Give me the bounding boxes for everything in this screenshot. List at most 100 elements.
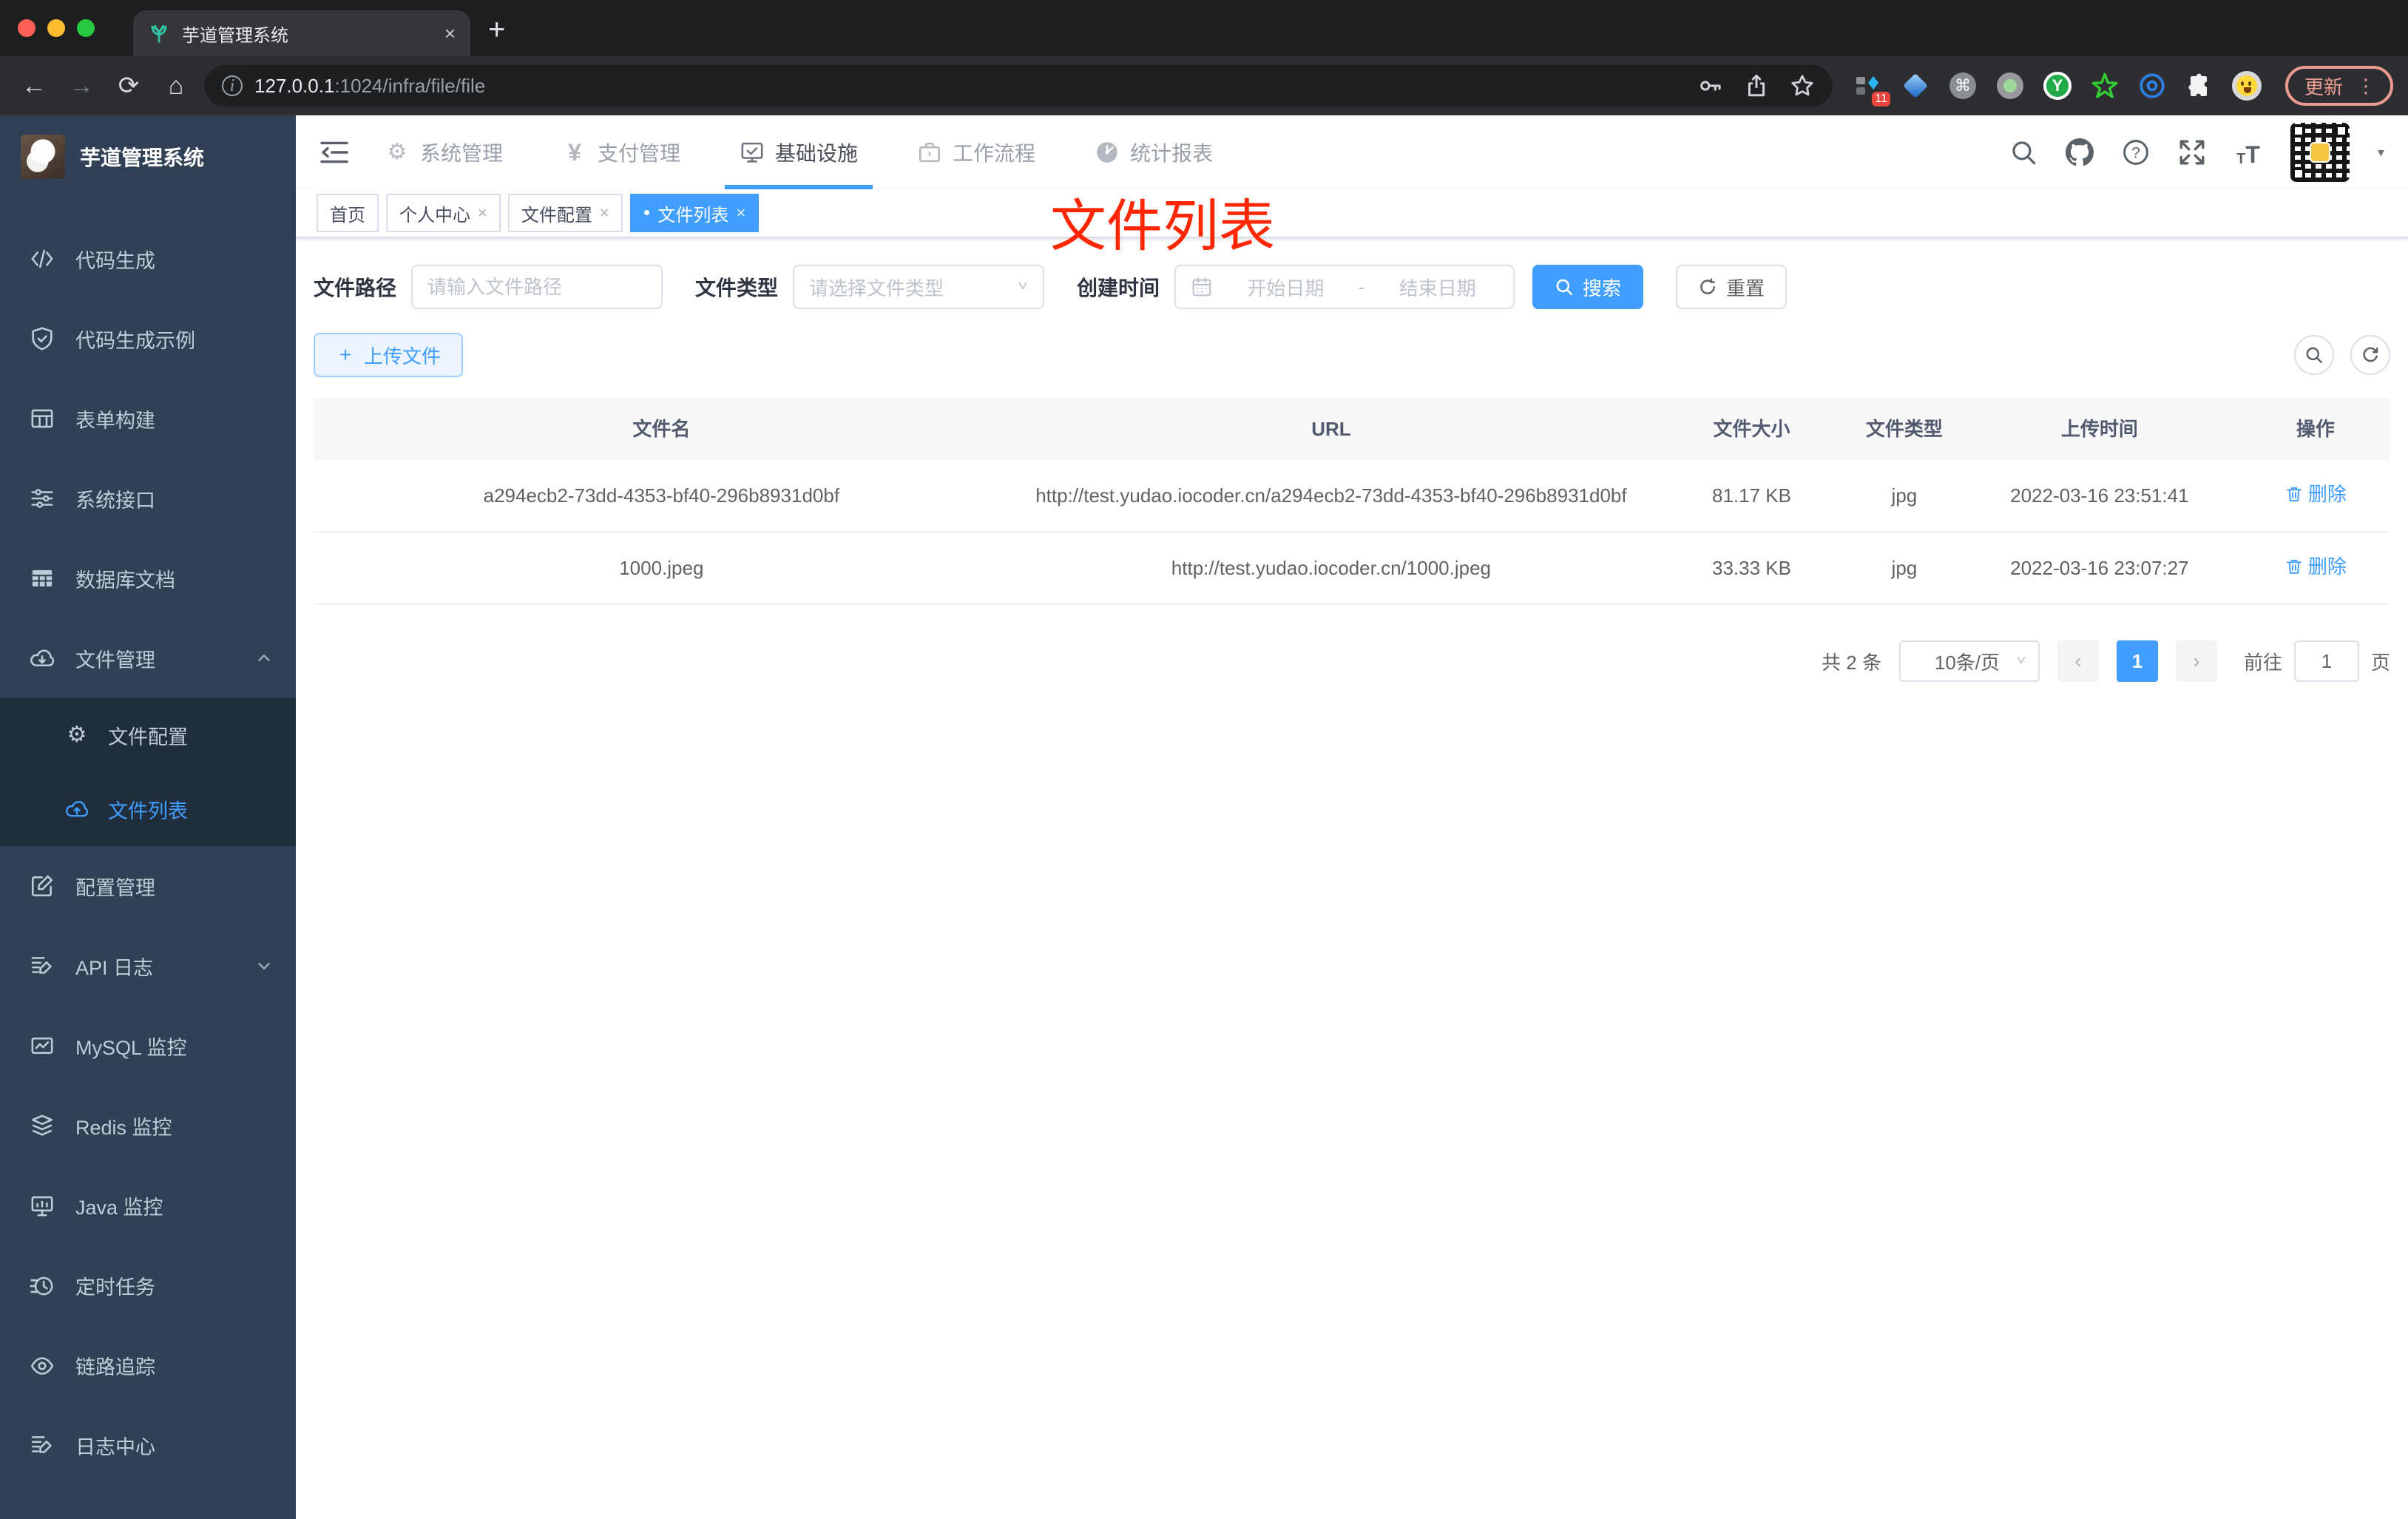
main-area: ⚙ 系统管理 ¥ 支付管理 基础设施 工作流程 统计报表 ? T T ▾ 首页 …	[296, 115, 2408, 1519]
nav-system-management[interactable]: ⚙ 系统管理	[385, 115, 503, 189]
y-logo-extension-icon[interactable]: Y	[2043, 71, 2072, 101]
sidebar-item-db-doc[interactable]: 数据库文档	[0, 538, 296, 618]
nav-reports[interactable]: 统计报表	[1095, 115, 1213, 189]
new-tab-button[interactable]: +	[488, 9, 505, 50]
address-bar[interactable]: i 127.0.0.1:1024/infra/file/file	[204, 65, 1833, 106]
sidebar-item-label: 文件管理	[75, 649, 155, 671]
zoom-window-button[interactable]	[77, 19, 95, 37]
prev-page-button[interactable]: ‹	[2057, 640, 2099, 682]
goto-page-input[interactable]	[2293, 640, 2359, 682]
sidebar-item-file-list[interactable]: 文件列表	[0, 772, 296, 846]
sidebar-item-log-center[interactable]: 日志中心	[0, 1405, 296, 1485]
sidebar-logo[interactable]: 芋道管理系统	[0, 115, 296, 198]
url-path: :1024/infra/file/file	[334, 74, 486, 97]
sidebar-item-mysql-monitor[interactable]: MySQL 监控	[0, 1006, 296, 1086]
page-number-active[interactable]: 1	[2116, 640, 2158, 682]
date-range-picker[interactable]: 开始日期 - 结束日期	[1174, 265, 1515, 309]
eye-extension-icon[interactable]	[2137, 71, 2167, 101]
help-icon[interactable]: ?	[2122, 138, 2150, 166]
nav-label: 统计报表	[1130, 142, 1214, 165]
page-size-select[interactable]: 10条/页 ˅	[1898, 640, 2040, 682]
sidebar-item-label: 代码生成	[75, 249, 155, 272]
sidebar-item-file-management[interactable]: 文件管理	[0, 618, 296, 698]
sidebar-item-code-example[interactable]: 代码生成示例	[0, 299, 296, 379]
refresh-table-button[interactable]	[2350, 335, 2390, 375]
site-info-icon[interactable]: i	[222, 75, 243, 96]
kite-extension-icon[interactable]	[1901, 71, 1930, 101]
trash-icon	[2286, 559, 2302, 574]
table-row: a294ecb2-73dd-4353-bf40-296b8931d0bf htt…	[314, 460, 2390, 532]
file-type-select[interactable]: 请选择文件类型 ˅	[793, 265, 1045, 309]
tag-file-config[interactable]: 文件配置 ×	[507, 194, 623, 232]
recorder-extension-icon[interactable]	[1995, 71, 2025, 101]
upload-label: 上传文件	[364, 345, 442, 368]
sidebar-item-scheduled-jobs[interactable]: 定时任务	[0, 1245, 296, 1325]
file-path-input[interactable]	[411, 265, 663, 309]
close-window-button[interactable]	[18, 19, 35, 37]
puzzle-extensions-icon[interactable]	[2185, 71, 2214, 101]
tag-profile[interactable]: 个人中心 ×	[386, 194, 501, 232]
tag-close-icon[interactable]: ×	[478, 203, 487, 223]
sidebar-item-java-monitor[interactable]: Java 监控	[0, 1166, 296, 1245]
back-icon[interactable]: ←	[15, 67, 53, 105]
sidebar-item-code-generation[interactable]: 代码生成	[0, 219, 296, 299]
green-star-extension-icon[interactable]	[2090, 71, 2120, 101]
tag-file-list[interactable]: ● 文件列表 ×	[629, 194, 760, 232]
window-controls[interactable]	[0, 0, 112, 56]
reset-button[interactable]: 重置	[1676, 265, 1788, 309]
monitor-icon	[30, 1193, 55, 1218]
sidebar-item-form-builder[interactable]: 表单构建	[0, 379, 296, 459]
nav-workflow[interactable]: 工作流程	[917, 115, 1035, 189]
command-extension-icon[interactable]: ⌘	[1948, 71, 1978, 101]
tag-close-icon[interactable]: ×	[736, 203, 745, 223]
nav-label: 基础设施	[775, 142, 859, 165]
toggle-search-button[interactable]	[2294, 335, 2334, 375]
pagination: 共 2 条 10条/页 ˅ ‹ 1 › 前往 页	[314, 640, 2390, 682]
reload-icon[interactable]: ⟳	[109, 67, 148, 105]
minimize-window-button[interactable]	[47, 19, 65, 37]
sidebar-item-redis-monitor[interactable]: Redis 监控	[0, 1086, 296, 1166]
avatar[interactable]	[2290, 123, 2350, 182]
sidebar-item-api-log[interactable]: API 日志	[0, 926, 296, 1006]
cell-upload-time: 2022-03-16 23:07:27	[2010, 557, 2189, 579]
nav-label: 系统管理	[420, 142, 504, 165]
tab-manager-extension-icon[interactable]: 11	[1853, 71, 1890, 106]
sidebar-item-label: 定时任务	[75, 1276, 155, 1299]
start-date-placeholder[interactable]: 开始日期	[1225, 274, 1347, 301]
search-icon[interactable]	[2009, 138, 2037, 166]
delete-button[interactable]: 删除	[2284, 479, 2347, 509]
end-date-placeholder[interactable]: 结束日期	[1376, 274, 1498, 301]
cell-upload-time: 2022-03-16 23:51:41	[2010, 484, 2189, 507]
browser-update-button[interactable]: 更新 ⋮	[2284, 66, 2393, 106]
file-type-label: 文件类型	[695, 277, 779, 300]
sidebar-item-file-config[interactable]: ⚙ 文件配置	[0, 698, 296, 772]
font-size-icon[interactable]: TT	[2234, 138, 2262, 166]
tag-home[interactable]: 首页	[317, 194, 379, 232]
cell-file-url: http://test.yudao.iocoder.cn/a294ecb2-73…	[1035, 484, 1627, 507]
browser-tab[interactable]: 芋道管理系统 ×	[133, 10, 470, 56]
delete-button[interactable]: 删除	[2284, 552, 2347, 581]
nav-infrastructure[interactable]: 基础设施	[725, 115, 873, 189]
nav-payment-management[interactable]: ¥ 支付管理	[562, 115, 680, 189]
sidebar-item-tracing[interactable]: 链路追踪	[0, 1325, 296, 1405]
profile-avatar-icon[interactable]	[2231, 71, 2262, 101]
tag-close-icon[interactable]: ×	[600, 203, 609, 223]
upload-file-button[interactable]: + 上传文件	[314, 333, 464, 377]
forward-icon[interactable]: →	[62, 67, 101, 105]
avatar-caret-icon[interactable]: ▾	[2378, 145, 2384, 160]
collapse-sidebar-icon[interactable]	[319, 138, 352, 167]
browser-menu-icon[interactable]: ⋮	[2356, 75, 2377, 98]
password-key-icon[interactable]	[1698, 73, 1723, 98]
sidebar-item-system-api[interactable]: 系统接口	[0, 459, 296, 538]
github-icon[interactable]	[2065, 138, 2094, 166]
tab-close-icon[interactable]: ×	[444, 22, 456, 45]
sidebar-item-config-management[interactable]: 配置管理	[0, 846, 296, 926]
fullscreen-icon[interactable]	[2178, 138, 2206, 166]
eye-icon	[30, 1353, 55, 1378]
search-button[interactable]: 搜索	[1532, 265, 1644, 309]
share-icon[interactable]	[1744, 73, 1769, 98]
next-page-button[interactable]: ›	[2175, 640, 2217, 682]
home-icon[interactable]: ⌂	[157, 67, 195, 105]
bookmark-star-icon[interactable]	[1790, 73, 1815, 98]
cell-file-size: 81.17 KB	[1712, 484, 1791, 507]
